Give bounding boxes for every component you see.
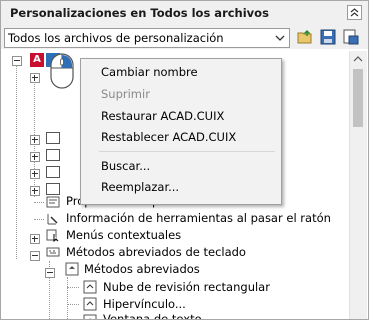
tree-expander-root[interactable] [12, 56, 22, 66]
quick-properties-icon [46, 196, 60, 208]
keyboard-shortcuts-icon [46, 247, 60, 257]
menu-item-find[interactable]: Buscar... [101, 159, 150, 173]
context-menu: Cambiar nombre Suprimir Restaurar ACAD.C… [80, 58, 282, 205]
tree-item[interactable]: Métodos abreviados de teclado [66, 244, 246, 261]
menu-item-delete[interactable]: Suprimir [101, 87, 150, 101]
tree-expander[interactable] [45, 268, 55, 278]
tree-scrollbar[interactable] [349, 51, 367, 319]
tree-expander[interactable] [30, 152, 40, 162]
menu-item-rename[interactable]: Cambiar nombre [101, 65, 198, 79]
ribbon-icon [46, 166, 60, 178]
customization-file-icon[interactable] [342, 28, 360, 46]
context-menu-icon [46, 229, 59, 242]
right-click-mouse-icon [50, 53, 74, 89]
command-icon [83, 280, 97, 294]
customization-file-select-value: Todos los archivos de personalización [8, 31, 224, 45]
scroll-up-icon[interactable] [353, 55, 363, 63]
customizations-panel: Personalizaciones en Todos los archivos … [0, 0, 369, 320]
acad-file-icon: A [30, 53, 44, 67]
scrollbar-thumb[interactable] [353, 69, 363, 127]
tree-item[interactable]: Menús contextuales [66, 227, 181, 244]
tree-expander[interactable] [30, 135, 40, 145]
collapse-button[interactable] [347, 5, 362, 20]
command-icon [83, 297, 97, 311]
panel-titlebar: Personalizaciones en Todos los archivos [1, 1, 368, 26]
toolbar-icon [46, 132, 60, 144]
tree-expander[interactable] [30, 186, 40, 196]
customization-file-select[interactable]: Todos los archivos de personalización [4, 28, 290, 48]
menu-item-restore[interactable]: Restaurar ACAD.CUIX [101, 109, 224, 123]
panel-title: Personalizaciones en Todos los archivos [10, 6, 269, 20]
command-icon [83, 314, 97, 319]
menu-item-reset[interactable]: Restablecer ACAD.CUIX [101, 130, 236, 144]
tooltip-icon [47, 214, 58, 225]
tree-item[interactable]: Métodos abreviados [84, 261, 200, 278]
shortcut-keys-icon [65, 262, 79, 276]
tree-expander[interactable] [30, 234, 40, 244]
tree-expander[interactable] [30, 73, 40, 83]
save-icon[interactable] [319, 28, 337, 46]
tree-item[interactable]: Ventana de texto [103, 311, 202, 319]
tree-expander[interactable] [30, 169, 40, 179]
chevron-down-icon [275, 35, 285, 41]
menu-item-replace[interactable]: Reemplazar... [101, 180, 179, 194]
menu-icon [46, 149, 60, 161]
tree-item[interactable]: Información de herramientas al pasar el … [66, 210, 331, 227]
menu-separator [99, 151, 275, 152]
tree-item[interactable]: Nube de revisión rectangular [103, 279, 270, 296]
panel-icon [46, 183, 60, 195]
tree-expander[interactable] [30, 251, 40, 261]
open-file-icon[interactable] [296, 28, 314, 46]
chevron-up-icon [350, 8, 359, 17]
